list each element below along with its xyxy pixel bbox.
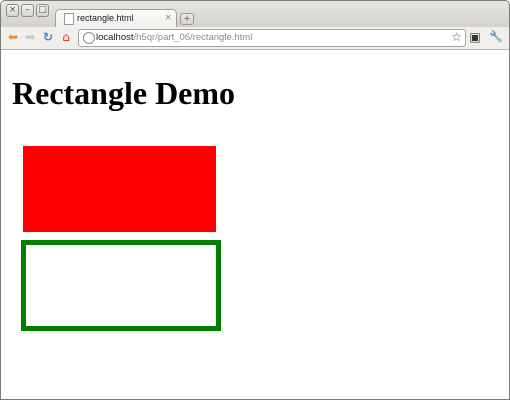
tab-rectangle-html[interactable]: rectangle.html ×	[55, 9, 177, 28]
tab-title: rectangle.html	[77, 13, 134, 23]
wrench-icon[interactable]: 🔧	[489, 30, 503, 44]
page-menu-icon[interactable]: ▣	[468, 30, 482, 44]
close-window-button[interactable]: ×	[6, 4, 19, 17]
page-content: Rectangle Demo	[1, 50, 509, 399]
url-text: localhost/h5qr/part_06/rectangle.html	[96, 31, 252, 45]
home-icon[interactable]: ⌂	[59, 30, 73, 44]
address-bar[interactable]: localhost/h5qr/part_06/rectangle.html ☆	[78, 29, 466, 47]
forward-arrow-icon[interactable]: ➡	[23, 30, 37, 44]
navigation-toolbar: ⬅ ➡ ↻ ⌂ localhost/h5qr/part_06/rectangle…	[1, 27, 509, 50]
minimize-window-button[interactable]: –	[21, 4, 34, 17]
url-path: /h5qr/part_06/rectangle.html	[133, 32, 253, 43]
bookmark-star-icon[interactable]: ☆	[451, 30, 462, 45]
new-tab-button[interactable]: +	[180, 13, 194, 25]
site-info-icon[interactable]	[83, 32, 95, 44]
back-arrow-icon[interactable]: ⬅	[6, 30, 20, 44]
page-icon	[64, 13, 74, 25]
maximize-window-button[interactable]: □	[36, 4, 49, 17]
url-host: localhost	[96, 32, 134, 43]
reload-icon[interactable]: ↻	[41, 30, 55, 44]
close-tab-icon[interactable]: ×	[164, 12, 172, 25]
filled-red-rectangle	[23, 146, 216, 232]
browser-window: × – □ rectangle.html × + ⬅ ➡ ↻ ⌂ localho…	[0, 0, 510, 400]
page-heading: Rectangle Demo	[12, 75, 236, 111]
outlined-green-rectangle	[21, 240, 221, 331]
title-bar: × – □ rectangle.html × +	[1, 1, 509, 28]
